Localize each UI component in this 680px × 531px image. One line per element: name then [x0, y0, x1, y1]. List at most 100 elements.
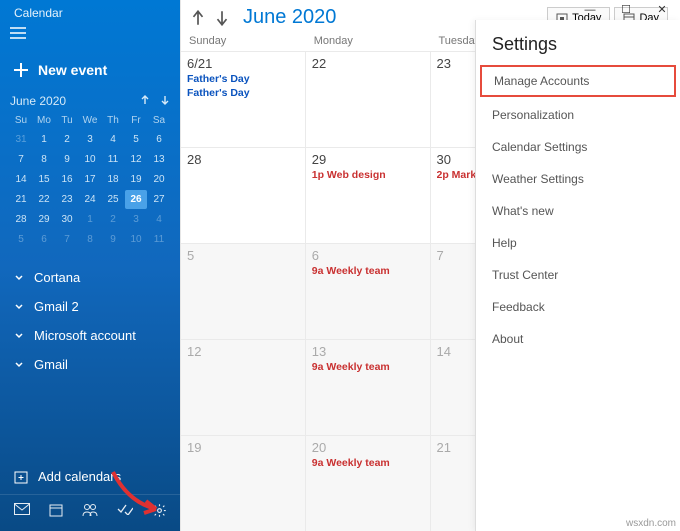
mini-day[interactable]: 6 [148, 130, 170, 149]
calendar-cell[interactable]: 13 9a Weekly team [306, 339, 431, 435]
account-item[interactable]: Gmail 2 [10, 292, 170, 321]
watermark: wsxdn.com [626, 518, 676, 529]
date-number: 5 [187, 248, 299, 263]
mini-day[interactable]: 22 [33, 190, 55, 209]
mini-day[interactable]: 8 [33, 150, 55, 169]
mini-day[interactable]: 19 [125, 170, 147, 189]
new-event-button[interactable]: New event [0, 50, 180, 90]
mini-day[interactable]: 10 [79, 150, 101, 169]
event-item[interactable]: Father's Day [187, 73, 299, 85]
mini-day[interactable]: 25 [102, 190, 124, 209]
mini-day[interactable]: 3 [125, 210, 147, 229]
settings-item[interactable]: Trust Center [476, 259, 680, 291]
people-icon[interactable] [82, 503, 98, 521]
calendar-cell[interactable]: 12 [181, 339, 306, 435]
mini-day[interactable]: 5 [10, 230, 32, 249]
event-item[interactable]: Father's Day [187, 87, 299, 99]
mini-day[interactable]: 14 [10, 170, 32, 189]
mini-day[interactable]: 1 [33, 130, 55, 149]
mini-day[interactable]: 4 [102, 130, 124, 149]
mini-day[interactable]: 15 [33, 170, 55, 189]
mini-day[interactable]: 2 [102, 210, 124, 229]
maximize-button[interactable]: ☐ [608, 0, 644, 20]
date-number: 20 [312, 440, 424, 455]
calendar-cell[interactable]: 22 [306, 51, 431, 147]
account-item[interactable]: Cortana [10, 263, 170, 292]
mini-day[interactable]: 7 [56, 230, 78, 249]
settings-panel: Settings Manage AccountsPersonalizationC… [475, 20, 680, 531]
settings-item[interactable]: Manage Accounts [480, 65, 676, 97]
mail-icon[interactable] [14, 503, 30, 521]
mini-day[interactable]: 27 [148, 190, 170, 209]
mini-day[interactable]: 18 [102, 170, 124, 189]
mini-next-icon[interactable] [160, 95, 170, 105]
mini-day[interactable]: 9 [102, 230, 124, 249]
mini-day[interactable]: 16 [56, 170, 78, 189]
mini-day[interactable]: 23 [56, 190, 78, 209]
todo-icon[interactable] [117, 503, 133, 521]
mini-day[interactable]: 12 [125, 150, 147, 169]
mini-day[interactable]: 30 [56, 210, 78, 229]
calendar-cell[interactable]: 291p Web design [306, 147, 431, 243]
mini-day[interactable]: 9 [56, 150, 78, 169]
event-item[interactable]: 1p Web design [312, 169, 424, 181]
settings-item[interactable]: Personalization [476, 99, 680, 131]
mini-day[interactable]: 21 [10, 190, 32, 209]
mini-day[interactable]: 5 [125, 130, 147, 149]
mini-day[interactable]: 1 [79, 210, 101, 229]
chevron-down-icon [14, 360, 24, 370]
mini-weekday: Th [102, 112, 124, 129]
calendar-cell[interactable]: 28 [181, 147, 306, 243]
account-item[interactable]: Gmail [10, 350, 170, 379]
calendar-cell[interactable]: 6/21Father's DayFather's Day [181, 51, 306, 147]
calendar-cell[interactable]: 20 9a Weekly team [306, 435, 431, 531]
chevron-down-icon [14, 302, 24, 312]
mini-day[interactable]: 11 [102, 150, 124, 169]
settings-item[interactable]: What's new [476, 195, 680, 227]
mini-day[interactable]: 4 [148, 210, 170, 229]
date-number: 19 [187, 440, 299, 455]
mini-day[interactable]: 3 [79, 130, 101, 149]
calendar-cell[interactable]: 19 [181, 435, 306, 531]
event-item[interactable]: 9a Weekly team [312, 265, 424, 277]
hamburger-icon[interactable] [10, 26, 170, 44]
add-calendars-button[interactable]: Add calendars [0, 459, 180, 494]
settings-item[interactable]: Help [476, 227, 680, 259]
mini-weekday: Tu [56, 112, 78, 129]
calendar-icon[interactable] [49, 503, 63, 521]
mini-day[interactable]: 8 [79, 230, 101, 249]
settings-item[interactable]: Calendar Settings [476, 131, 680, 163]
mini-day[interactable]: 31 [10, 130, 32, 149]
mini-day[interactable]: 20 [148, 170, 170, 189]
calendar-cell[interactable]: 69a Weekly team [306, 243, 431, 339]
settings-item[interactable]: Feedback [476, 291, 680, 323]
window-controls: — ☐ ✕ [180, 0, 680, 20]
mini-day[interactable]: 2 [56, 130, 78, 149]
event-item[interactable]: 9a Weekly team [312, 457, 424, 469]
mini-day[interactable]: 28 [10, 210, 32, 229]
app-title: Calendar [14, 6, 63, 20]
mini-day[interactable]: 24 [79, 190, 101, 209]
minimize-button[interactable]: — [572, 0, 608, 20]
mini-day[interactable]: 7 [10, 150, 32, 169]
account-item[interactable]: Microsoft account [10, 321, 170, 350]
mini-day[interactable]: 10 [125, 230, 147, 249]
date-number: 13 [312, 344, 424, 359]
mini-day[interactable]: 26 [125, 190, 147, 209]
close-button[interactable]: ✕ [644, 0, 680, 20]
date-number: 22 [312, 56, 424, 71]
settings-icon[interactable] [152, 503, 167, 521]
mini-prev-icon[interactable] [140, 95, 150, 105]
mini-day[interactable]: 29 [33, 210, 55, 229]
mini-day[interactable]: 17 [79, 170, 101, 189]
mini-day[interactable]: 13 [148, 150, 170, 169]
mini-day[interactable]: 11 [148, 230, 170, 249]
calendar-cell[interactable]: 5 [181, 243, 306, 339]
mini-month-label[interactable]: June 2020 [10, 94, 66, 108]
mini-day[interactable]: 6 [33, 230, 55, 249]
event-item[interactable]: 9a Weekly team [312, 361, 424, 373]
date-number: 12 [187, 344, 299, 359]
settings-item[interactable]: Weather Settings [476, 163, 680, 195]
mini-weekday: Sa [148, 112, 170, 129]
settings-item[interactable]: About [476, 323, 680, 355]
